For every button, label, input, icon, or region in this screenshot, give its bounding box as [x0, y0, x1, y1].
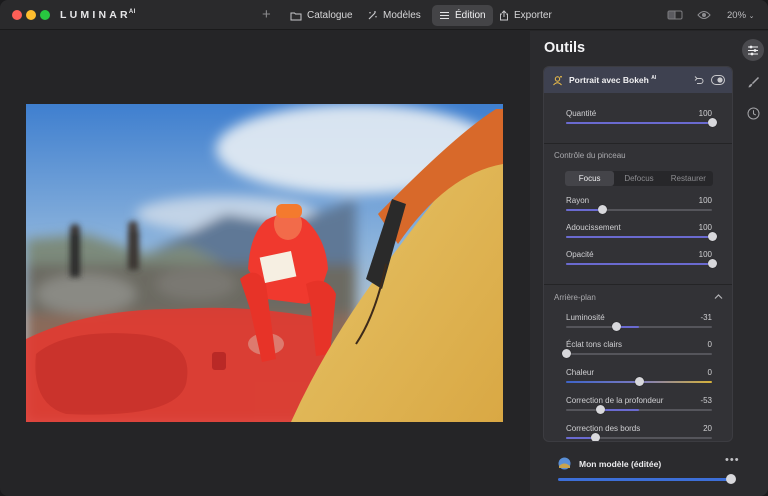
profondeur-slider-knob[interactable]	[595, 405, 605, 414]
brush-rail-button[interactable]	[742, 71, 764, 93]
tab-catalogue[interactable]: Catalogue	[283, 5, 360, 26]
brush-mode-defocus[interactable]: Defocus	[614, 171, 663, 186]
tab-edition[interactable]: Édition	[432, 5, 493, 26]
add-photos-button[interactable]: +	[262, 7, 271, 22]
minimize-window-button[interactable]	[26, 10, 36, 20]
zoom-level[interactable]: 20% ⌄	[727, 10, 755, 21]
sliders-icon	[748, 45, 758, 55]
portrait-bokeh-icon	[553, 75, 562, 85]
share-icon	[500, 10, 508, 21]
title-bar: LUMINARAI + Catalogue Modèles Édition Ex…	[0, 0, 768, 30]
more-options-icon[interactable]: •••	[725, 454, 740, 466]
preset-amount-slider[interactable]	[558, 478, 734, 481]
eclat-slider-knob[interactable]	[561, 349, 571, 358]
brush-mode-restaurer[interactable]: Restaurer	[664, 171, 713, 186]
tab-exporter[interactable]: Exporter	[492, 5, 559, 26]
wand-icon	[368, 11, 377, 20]
bords-slider-knob[interactable]	[590, 433, 600, 441]
tab-modeles[interactable]: Modèles	[360, 5, 428, 26]
toggle-visibility-icon[interactable]	[711, 75, 725, 85]
folder-icon	[290, 12, 302, 20]
preset-amount-knob[interactable]	[726, 474, 736, 484]
background-section-title: Arrière-plan	[554, 293, 596, 302]
brush-icon	[748, 76, 759, 87]
eye-icon[interactable]	[697, 9, 711, 21]
luminosite-slider-knob[interactable]	[611, 322, 621, 331]
brush-mode-segmented[interactable]: Focus Defocus Restaurer	[565, 171, 713, 186]
clock-icon	[747, 107, 759, 119]
close-window-button[interactable]	[12, 10, 22, 20]
reset-icon[interactable]	[694, 75, 704, 85]
app-logo: LUMINARAI	[60, 9, 136, 21]
history-rail-button[interactable]	[742, 102, 764, 124]
sliders-icon	[440, 12, 449, 19]
tab-catalogue-label: Catalogue	[307, 10, 353, 21]
chevron-up-icon[interactable]	[714, 293, 723, 300]
tab-modeles-label: Modèles	[383, 10, 421, 21]
image-canvas[interactable]	[0, 31, 530, 496]
brush-section-title: Contrôle du pinceau	[554, 151, 626, 160]
chevron-down-icon: ⌄	[748, 13, 755, 20]
compare-icon[interactable]	[667, 9, 683, 21]
portrait-bokeh-tool: Portrait avec Bokeh AI Quantité 100 Cont…	[543, 66, 733, 442]
panel-title: Outils	[544, 40, 586, 56]
tools-rail-button[interactable]	[742, 39, 764, 61]
preset-thumbnail-icon	[558, 457, 571, 470]
rayon-slider-knob[interactable]	[598, 205, 607, 214]
tool-name: Portrait avec Bokeh AI	[569, 75, 657, 85]
luminar-window: LUMINARAI + Catalogue Modèles Édition Ex…	[0, 0, 768, 496]
edited-photo[interactable]	[26, 104, 503, 422]
preset-footer: Mon modèle (éditée) •••	[544, 445, 748, 490]
quantity-slider-knob[interactable]	[707, 118, 717, 127]
tab-edition-label: Édition	[455, 10, 486, 21]
zoom-window-button[interactable]	[40, 10, 50, 20]
brush-mode-focus[interactable]: Focus	[565, 171, 615, 186]
tool-header[interactable]: Portrait avec Bokeh AI	[544, 67, 732, 93]
tab-exporter-label: Exporter	[514, 10, 552, 21]
panel-rail	[740, 31, 768, 496]
preset-name: Mon modèle (éditée)	[579, 459, 662, 469]
opacite-slider-knob[interactable]	[707, 259, 717, 268]
adoucissement-slider-knob[interactable]	[707, 232, 717, 241]
chaleur-slider-knob[interactable]	[634, 377, 644, 386]
tools-panel: Outils Portrait avec Bokeh AI Quantité 1…	[530, 31, 740, 496]
